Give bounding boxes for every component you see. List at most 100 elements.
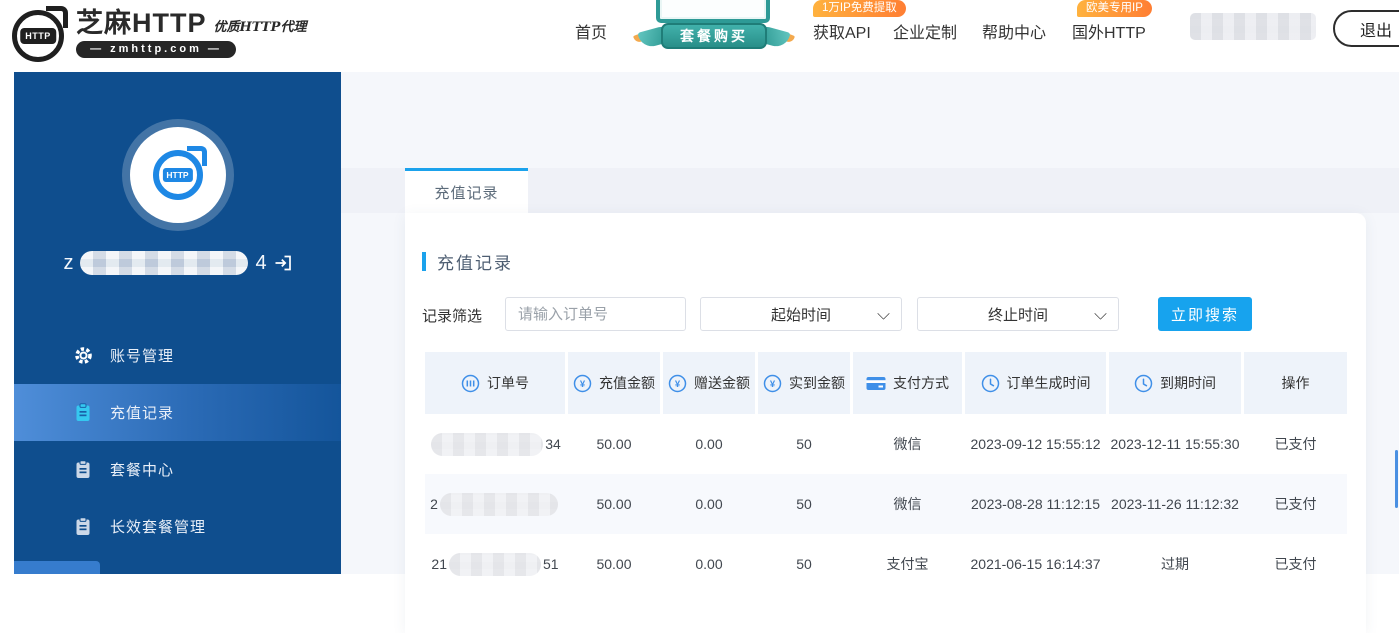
sidebar-item-account[interactable]: 账号管理 [14,327,341,384]
cell-recharge: 50.00 [596,496,632,512]
cell-order-number: 2 [425,474,565,534]
col-operation: 操作 [1244,352,1347,414]
username-prefix: z [63,251,74,274]
nav-home[interactable]: 首页 [575,19,607,43]
main-content: 充值记录 充值记录 记录筛选 起始时间 终止时间 立即搜索 [341,72,1399,633]
section-title: 充值记录 [437,254,513,273]
chevron-down-icon [877,307,890,320]
sidebar-item-label: 充值记录 [110,405,175,422]
cell-method: 支付宝 [886,556,929,572]
nav-package-purchase[interactable]: 套餐购买 [661,23,767,49]
cell-expire: 过期 [1161,556,1189,572]
sidebar-item-longterm-packages[interactable]: 长效套餐管理 [14,498,341,555]
col-gift-amount: ¥ 赠送金额 [663,352,755,414]
col-label: 操作 [1281,375,1310,391]
cell-created: 2023-08-28 11:12:15 [971,496,1100,512]
cell-created: 2021-06-15 16:14:37 [970,556,1101,572]
brand-logo[interactable]: HTTP 芝麻HTTP 优质HTTP代理 — zmhttp.com — [12,6,306,62]
cell-method: 微信 [893,436,922,452]
order-prefix: 21 [431,556,447,572]
nav-enterprise[interactable]: 企业定制 [893,19,957,43]
col-created-time: 订单生成时间 [965,352,1106,414]
sidebar-partial-item [14,561,100,574]
username-blurred [80,251,249,275]
col-label: 充值金额 [599,375,655,391]
col-label: 实到金额 [789,375,845,391]
brand-logo-icon: HTTP [12,6,68,62]
nav-foreign-http[interactable]: 国外HTTP [1072,19,1146,43]
nav-package-purchase-graphic[interactable]: 套餐购买 [632,0,796,54]
sidebar-menu: 账号管理 充值记录 套餐中心 长效套餐管理 [14,327,341,555]
col-payment-method: 支付方式 [853,352,962,414]
nav-help-center[interactable]: 帮助中心 [982,19,1046,43]
top-header: HTTP 芝麻HTTP 优质HTTP代理 — zmhttp.com — 首页 套… [0,0,1399,72]
col-label: 订单生成时间 [1006,375,1091,391]
filter-label: 记录筛选 [422,308,483,325]
title-accent-bar [422,252,426,271]
document-icon [72,403,94,422]
cell-received: 50 [796,496,812,512]
tab-band: 充值记录 [341,168,1399,213]
logout-button[interactable]: 退出 [1333,10,1399,47]
start-time-select[interactable]: 起始时间 [700,297,902,331]
order-number-blurred [439,492,558,516]
recharge-records-card: 充值记录 记录筛选 起始时间 终止时间 立即搜索 [405,213,1366,633]
svg-text:¥: ¥ [675,379,681,390]
search-button[interactable]: 立即搜索 [1158,297,1252,331]
sidebar: HTTP z 4 账号管理 充值记录 套餐中心 长效套餐管理 [14,72,341,574]
barcode-circle-icon [461,374,480,393]
col-recharge-amount: ¥ 充值金额 [568,352,660,414]
brand-logo-http-label: HTTP [20,28,56,44]
filter-row: 记录筛选 起始时间 终止时间 立即搜索 [422,297,1346,331]
records-table: 订单号 ¥ 充值金额 ¥ 赠送金额 ¥ 实到金额 支付方式 订单生成时间 到期时… [425,352,1347,594]
cell-gift: 0.00 [695,436,723,452]
table-header-row: 订单号 ¥ 充值金额 ¥ 赠送金额 ¥ 实到金额 支付方式 订单生成时间 到期时… [425,352,1347,414]
cell-expire: 2023-11-26 11:12:32 [1111,496,1239,512]
sidebar-item-package-center[interactable]: 套餐中心 [14,441,341,498]
username-blurred [1190,13,1316,40]
cell-created: 2023-09-12 15:55:12 [970,436,1101,452]
order-number-input[interactable] [505,297,686,331]
document-icon [72,460,94,479]
nav-get-api[interactable]: 获取API [813,19,871,43]
order-number-blurred [431,432,544,456]
cell-gift: 0.00 [695,496,723,512]
cell-received: 50 [796,436,812,452]
yen-circle-icon: ¥ [573,374,592,393]
table-row: 21 51 50.00 0.00 50 支付宝 2021-06-15 16:14… [425,534,1347,594]
avatar-http-label: HTTP [162,168,193,182]
col-label: 订单号 [487,375,529,391]
start-time-value: 起始时间 [770,306,831,324]
avatar: HTTP [129,127,226,223]
brand-domain: — zmhttp.com — [76,41,236,58]
table-row: 2 50.00 0.00 50 微信 2023-08-28 11:12:15 2… [425,474,1347,534]
order-prefix: 2 [430,496,438,512]
svg-text:¥: ¥ [580,379,586,390]
sidebar-item-recharge-records[interactable]: 充值记录 [14,384,341,441]
chevron-down-icon [1094,307,1107,320]
end-time-value: 终止时间 [987,306,1048,324]
brand-name: 芝麻HTTP [76,8,207,38]
col-expire-time: 到期时间 [1109,352,1241,414]
gear-icon [72,345,94,366]
svg-text:¥: ¥ [770,379,776,390]
avatar-ring: HTTP [121,119,234,231]
col-received-amount: ¥ 实到金额 [758,352,850,414]
logout-icon[interactable] [274,255,292,271]
end-time-select[interactable]: 终止时间 [917,297,1119,331]
col-order-number: 订单号 [425,352,565,414]
order-suffix: 34 [545,436,561,452]
order-number-blurred [449,552,541,576]
cell-status: 已支付 [1274,556,1317,572]
brand-text-block: 芝麻HTTP 优质HTTP代理 — zmhttp.com — [76,8,306,62]
cell-order-number: 34 [425,414,565,474]
scrollbar-thumb[interactable] [1395,450,1398,508]
brand-tagline: 优质HTTP代理 [213,20,307,35]
tab-recharge-records[interactable]: 充值记录 [405,168,528,213]
cell-gift: 0.00 [695,556,723,572]
clock-icon [1134,374,1153,393]
cell-recharge: 50.00 [596,436,632,452]
cell-received: 50 [796,556,812,572]
cell-status: 已支付 [1274,496,1317,512]
table-row: 34 50.00 0.00 50 微信 2023-09-12 15:55:12 … [425,414,1347,474]
